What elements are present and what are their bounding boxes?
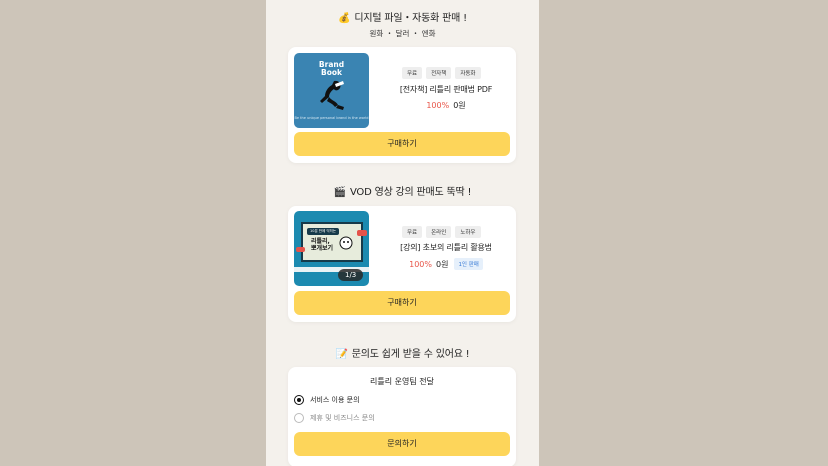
radio-service-inquiry[interactable]: 서비스 이용 문의 [294,395,360,405]
price-value: 0원 [453,101,466,110]
section-title-inquiry: 📝 문의도 쉽게 받을 수 있어요 ! [335,349,470,360]
memo-icon: 📝 [335,349,348,360]
tag-free: 무료 [402,226,423,238]
mobile-page: 💰 디지털 파일・자동화 판매 ! 원화 ・ 달러 ・ 엔화 Brand Book… [266,0,539,466]
tag-automation: 자동화 [455,67,481,79]
discount-percent: 100% [409,259,432,269]
product-name[interactable]: [전자책] 리틀리 판매법 PDF [376,84,516,95]
thumbnail-title: 리틀리, 뽀개보기 [311,238,334,252]
ebook-thumbnail[interactable]: Brand Book Be the unique personal brand … [294,53,369,128]
sales-badge: 1인 판매 [454,258,483,270]
section-title-digital-file: 💰 디지털 파일・자동화 판매 ! [338,13,467,24]
product-card-vod: 10분 만에 익히는 리틀리, 뽀개보기 1/3 무료 온라인 노하우 [강의]… [288,206,516,322]
inquiry-card: 리틀리 운영팀 전달 서비스 이용 문의 제휴 및 비즈니스 문의 문의하기 [288,367,516,466]
tag-knowhow: 노하우 [455,226,481,238]
red-sticker [296,247,305,252]
inquiry-title: 리틀리 운영팀 전달 [370,377,434,386]
discount-percent: 100% [426,101,450,110]
buy-button[interactable]: 구매하기 [294,132,510,156]
thumbnail-title: Brand Book [318,60,345,77]
price-row: 100% 0원 1인 판매 [376,258,516,270]
thumbnail-footer: Be the unique personal brand in the worl… [294,116,369,120]
radio-unselected-icon[interactable] [294,413,304,423]
money-bag-icon: 💰 [338,13,351,24]
red-sticker [357,230,367,236]
monster-icon [339,236,353,250]
tag-online: 온라인 [426,226,452,238]
section-title-vod: 🎬 VOD 영상 강의 판매도 뚝딱 ! [333,187,472,198]
clapperboard-icon: 🎬 [333,187,346,198]
product-name[interactable]: [강의] 초보의 리틀리 활용법 [376,242,516,253]
product-card-ebook: Brand Book Be the unique personal brand … [288,47,516,163]
slide-pager[interactable]: 1/3 [338,269,364,281]
radio-label: 서비스 이용 문의 [310,396,360,404]
thumbnail-tag: 10분 만에 익히는 [307,228,339,235]
tag-free: 무료 [402,67,423,79]
price-row: 100% 0원 [376,100,516,111]
tag-ebook: 전자책 [426,67,452,79]
price-value: 0원 [435,259,449,269]
radio-selected-icon[interactable] [294,395,304,405]
inquiry-button[interactable]: 문의하기 [294,432,510,456]
ebook-tags: 무료 전자책 자동화 [402,67,481,79]
currency-list: 원화 ・ 달러 ・ 엔화 [369,29,436,38]
buy-button[interactable]: 구매하기 [294,291,510,315]
laptop-screen: 10분 만에 익히는 리틀리, 뽀개보기 [296,222,367,262]
vod-tags: 무료 온라인 노하우 [402,226,481,238]
radio-business-inquiry[interactable]: 제휴 및 비즈니스 문의 [294,413,375,423]
vod-thumbnail[interactable]: 10분 만에 익히는 리틀리, 뽀개보기 1/3 [294,211,369,286]
running-figure-icon [320,80,344,110]
radio-label: 제휴 및 비즈니스 문의 [310,414,375,422]
